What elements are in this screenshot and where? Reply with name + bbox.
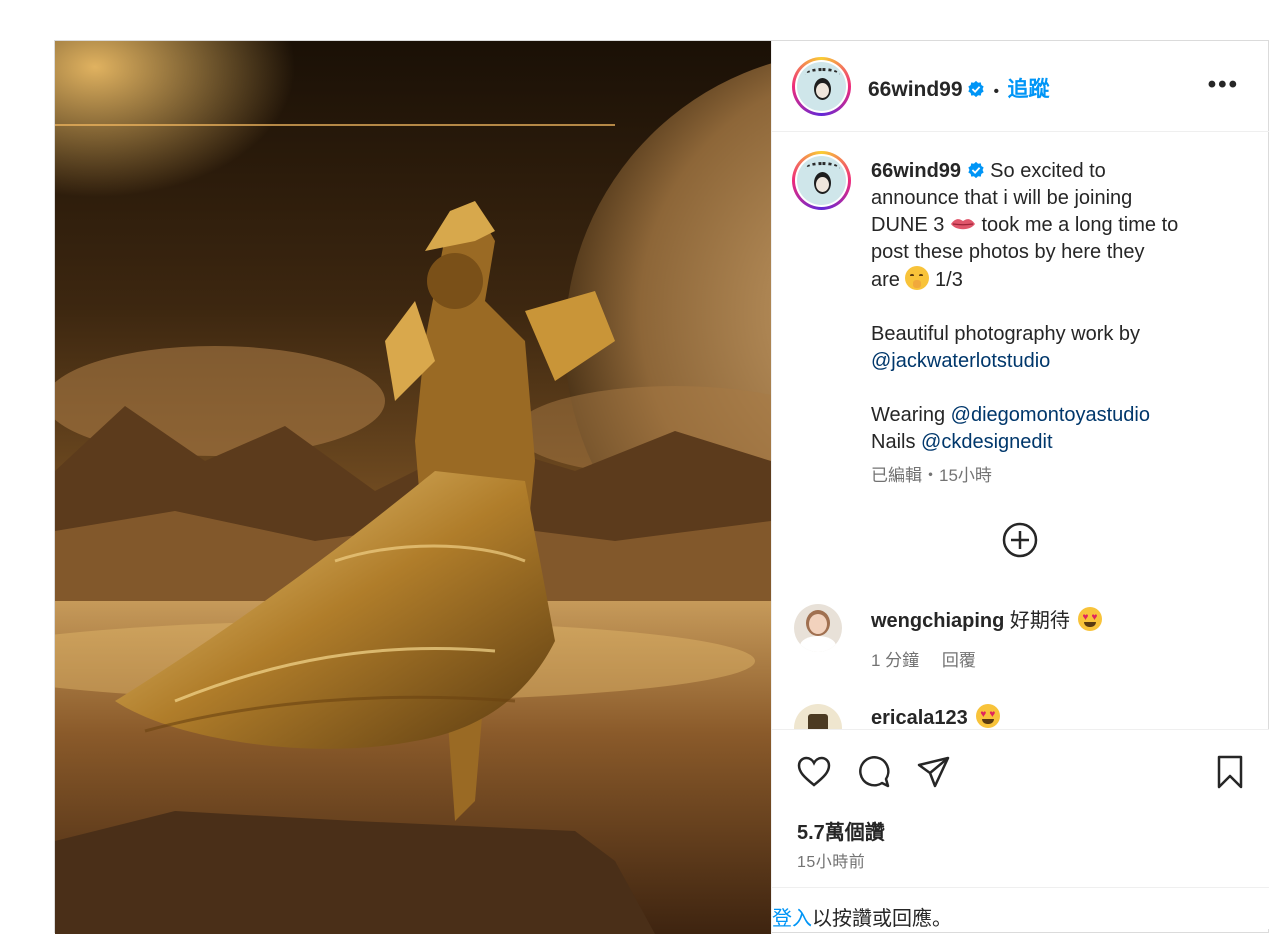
caption-text-1: So excited to: [990, 160, 1106, 182]
heart-icon[interactable]: [796, 754, 832, 790]
designer-mention-link[interactable]: @diegomontoyastudio: [951, 404, 1150, 426]
heart-eyes-emoji: ♥ ♥: [976, 704, 1001, 728]
shushing-emoji: [905, 266, 930, 290]
heart-eyes-emoji: ♥ ♥: [1078, 607, 1103, 631]
post-timestamp: 15小時前: [797, 854, 866, 871]
commenter-avatar[interactable]: [794, 604, 842, 652]
avatar-image: [797, 156, 846, 205]
caption-credit: Beautiful photography work by: [871, 323, 1141, 345]
verified-badge-icon: [968, 80, 984, 98]
follow-button[interactable]: 追蹤: [1008, 78, 1050, 101]
lips-emoji: [950, 219, 975, 230]
bookmark-icon[interactable]: [1212, 754, 1248, 790]
comment-time: 1 分鐘: [871, 651, 920, 670]
author-line: 66wind99 • 追蹤: [868, 73, 1050, 103]
more-options-icon[interactable]: •••: [1208, 71, 1239, 99]
reply-button[interactable]: 回覆: [942, 651, 976, 670]
caption-username[interactable]: 66wind99: [871, 160, 961, 182]
post-actions-section: 5.7萬個讚 15小時前 登入以按讚或回應。: [772, 729, 1269, 930]
post-photo[interactable]: [55, 41, 771, 934]
add-comment-icon[interactable]: [1002, 522, 1038, 558]
caption-nails-label: Nails: [871, 431, 922, 453]
comment-text: 好期待: [1004, 610, 1070, 632]
comment-text: [968, 707, 974, 729]
like-count[interactable]: 5.7萬個讚: [797, 816, 885, 845]
commenter-username[interactable]: wengchiaping: [871, 610, 1004, 632]
caption-text-5: are: [871, 269, 900, 291]
post-header: 66wind99 • 追蹤 •••: [772, 41, 1269, 132]
caption-edited-time: 已編輯・15小時: [871, 466, 992, 485]
nails-mention-link[interactable]: @ckdesignedit: [921, 431, 1052, 453]
caption-text-3b: took me a long time to: [981, 214, 1179, 236]
login-prompt: 登入以按讚或回應。: [772, 887, 1269, 934]
login-prompt-text: 以按讚或回應。: [812, 908, 952, 930]
verified-badge-icon: [967, 161, 984, 179]
post-photo-artwork: [55, 41, 771, 934]
caption-text-2: announce that i will be joining: [871, 187, 1133, 209]
author-username[interactable]: 66wind99: [868, 78, 963, 101]
post-caption: 66wind99 So excited to announce that i w…: [871, 158, 1241, 489]
author-avatar[interactable]: [792, 57, 851, 116]
commenter-username[interactable]: ericala123: [871, 707, 968, 729]
caption-text-4: post these photos by here they: [871, 241, 1145, 263]
login-link[interactable]: 登入: [772, 908, 812, 930]
comment-icon[interactable]: [856, 754, 892, 790]
caption-wearing-label: Wearing: [871, 404, 951, 426]
caption-text-3: DUNE 3: [871, 214, 945, 236]
share-icon[interactable]: [916, 754, 952, 790]
avatar-image: [797, 62, 846, 111]
separator-dot: •: [993, 83, 1000, 100]
photographer-mention-link[interactable]: @jackwaterlotstudio: [871, 348, 1241, 375]
post-side-panel: 66wind99 • 追蹤 ••• 66wind99 So excited to…: [771, 41, 1269, 934]
post-card: 66wind99 • 追蹤 ••• 66wind99 So excited to…: [54, 40, 1269, 934]
caption-text-5b: 1/3: [935, 269, 963, 291]
caption-author-avatar[interactable]: [792, 151, 851, 210]
